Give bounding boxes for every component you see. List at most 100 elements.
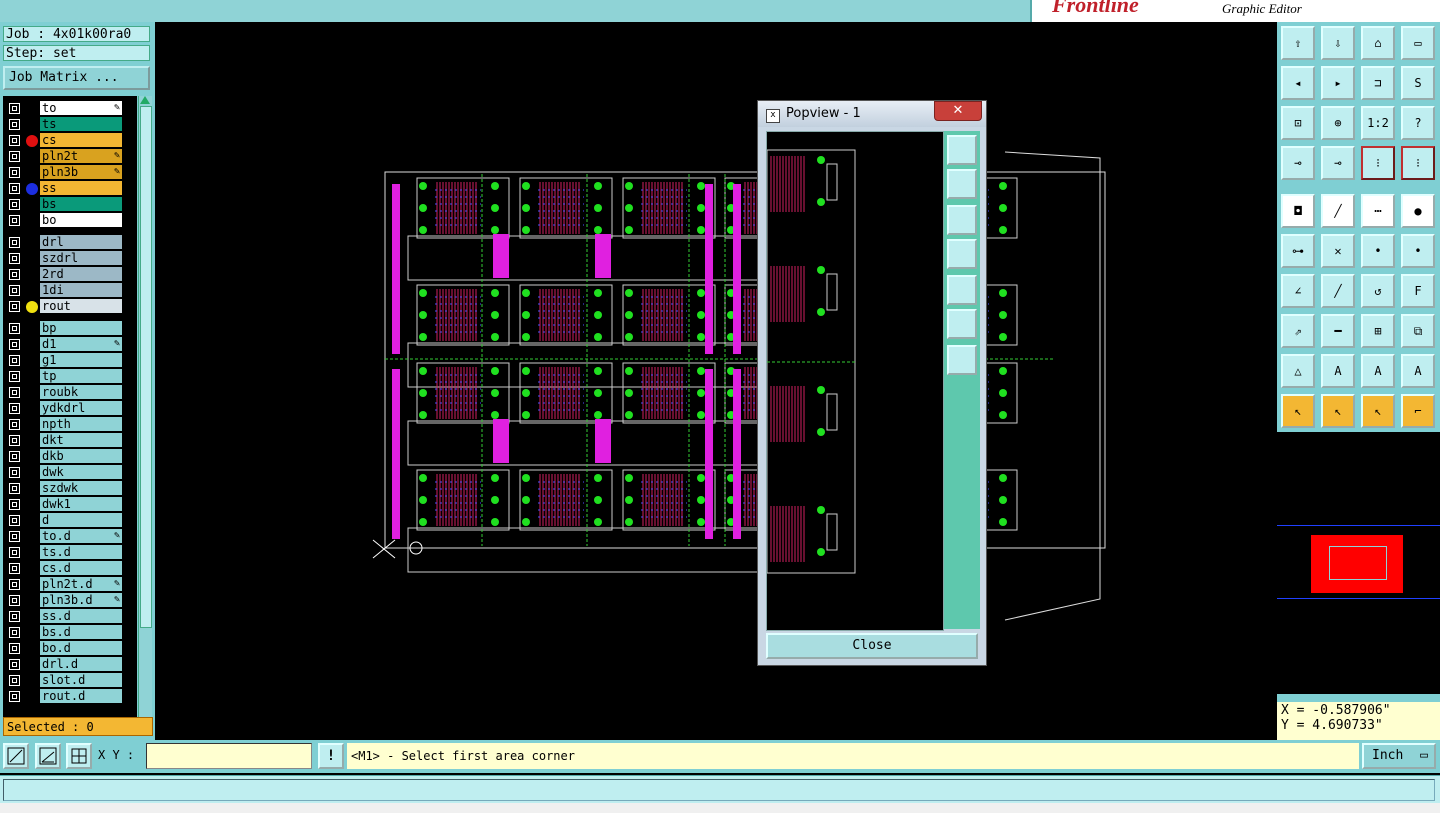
layer-row[interactable]: tp (3, 369, 137, 384)
pop-up-icon[interactable] (947, 169, 977, 199)
layer-checkbox[interactable] (9, 301, 20, 312)
triangle-icon[interactable]: △ (1281, 354, 1315, 388)
circle-icon[interactable]: ● (1401, 194, 1435, 228)
popview-close-button[interactable]: Close (766, 633, 978, 659)
pop-center-icon[interactable] (947, 345, 977, 375)
layer-checkbox[interactable] (9, 199, 20, 210)
layer-row[interactable]: drl.d (3, 657, 137, 672)
xy-input[interactable] (146, 743, 312, 769)
pan-left-icon[interactable]: ◂ (1281, 66, 1315, 100)
layer-row[interactable]: 1di (3, 283, 137, 298)
layer-checkbox[interactable] (9, 435, 20, 446)
layer-row[interactable]: 2rd (3, 267, 137, 282)
layer-name[interactable]: to ✎ (40, 101, 122, 115)
layer-row[interactable]: rout.d (3, 689, 137, 704)
layer-checkbox[interactable] (9, 659, 20, 670)
minus-icon[interactable]: ━ (1321, 314, 1355, 348)
layer-checkbox[interactable] (9, 563, 20, 574)
layer-row[interactable]: bp (3, 321, 137, 336)
layer-name[interactable]: dkb (40, 449, 122, 463)
layer-name[interactable]: bs.d (40, 625, 122, 639)
layer-row[interactable]: ts.d (3, 545, 137, 560)
layer-name[interactable]: drl.d (40, 657, 122, 671)
layer-name[interactable]: to.d ✎ (40, 529, 122, 543)
layer-checkbox[interactable] (9, 515, 20, 526)
job-matrix-button[interactable]: Job Matrix ... (3, 66, 150, 90)
layer-checkbox[interactable] (9, 323, 20, 334)
pop-right-icon[interactable] (947, 275, 977, 305)
layer-checkbox[interactable] (9, 371, 20, 382)
house-icon[interactable]: ⌂ (1361, 26, 1395, 60)
layer-row[interactable]: g1 (3, 353, 137, 368)
layer-name[interactable]: g1 (40, 353, 122, 367)
pan-right-icon[interactable]: ▸ (1321, 66, 1355, 100)
overview-map[interactable] (1277, 432, 1440, 694)
layer-name[interactable]: szdrl (40, 251, 122, 265)
zoom-home-icon[interactable]: ⇧ (1281, 26, 1315, 60)
layer-name[interactable]: dwk (40, 465, 122, 479)
layer-checkbox[interactable] (9, 419, 20, 430)
layer-row[interactable]: cs.d (3, 561, 137, 576)
layer-row[interactable]: ts (3, 117, 137, 132)
layer-checkbox[interactable] (9, 339, 20, 350)
text-a-icon[interactable]: A (1321, 354, 1355, 388)
layer-row[interactable]: ss (3, 181, 137, 196)
layer-name[interactable]: tp (40, 369, 122, 383)
layer-name[interactable]: ts.d (40, 545, 122, 559)
layer-row[interactable]: dkt (3, 433, 137, 448)
layer-checkbox[interactable] (9, 183, 20, 194)
layer-row[interactable]: roubk (3, 385, 137, 400)
ruler-icon[interactable]: ┅ (1361, 194, 1395, 228)
layer-row[interactable]: pln3b ✎ ✎ (3, 165, 137, 180)
layer-name[interactable]: bs (40, 197, 122, 211)
layer-name[interactable]: bo (40, 213, 122, 227)
select2-icon[interactable]: ↖ (1361, 394, 1395, 428)
split-icon[interactable]: ⊐ (1361, 66, 1395, 100)
layer-checkbox[interactable] (9, 119, 20, 130)
layer-checkbox[interactable] (9, 151, 20, 162)
flip-icon[interactable]: F (1401, 274, 1435, 308)
layer-checkbox[interactable] (9, 691, 20, 702)
layer-name[interactable]: bp (40, 321, 122, 335)
layer-name[interactable]: pln3b.d ✎ (40, 593, 122, 607)
layer-checkbox[interactable] (9, 167, 20, 178)
layer-checkbox[interactable] (9, 611, 20, 622)
layer-name[interactable]: 1di (40, 283, 122, 297)
graphic-canvas[interactable] (155, 22, 1277, 740)
layer-name[interactable]: ts (40, 117, 122, 131)
connect-icon[interactable]: ⊶ (1281, 234, 1315, 268)
layer-name[interactable]: pln2t.d ✎ (40, 577, 122, 591)
layer-row[interactable]: dwk (3, 465, 137, 480)
popview-titlebar[interactable]: x Popview - 1 ✕ (758, 101, 986, 127)
layer-row[interactable]: cs (3, 133, 137, 148)
layer-name[interactable]: roubk (40, 385, 122, 399)
layer-list-scrollbar[interactable] (138, 96, 152, 736)
layer-checkbox[interactable] (9, 627, 20, 638)
layer-row[interactable]: pln3b.d ✎ ✎ (3, 593, 137, 608)
angle-icon[interactable]: ∠ (1281, 274, 1315, 308)
measure-icon[interactable]: ⊸ (1281, 146, 1315, 180)
arrow-icon[interactable]: ↖ (1281, 394, 1315, 428)
layer-row[interactable]: ydkdrl (3, 401, 137, 416)
resize-icon[interactable]: ⊞ (1361, 314, 1395, 348)
layer-checkbox[interactable] (9, 387, 20, 398)
grid-snap-icon[interactable] (66, 743, 92, 769)
layer-row[interactable]: pln2t.d ✎ ✎ (3, 577, 137, 592)
layer-checkbox[interactable] (9, 579, 20, 590)
layer-row[interactable]: bo.d (3, 641, 137, 656)
pad-icon[interactable]: ◘ (1281, 194, 1315, 228)
units-select[interactable]: Inch ▭ (1362, 743, 1436, 769)
layer-name[interactable]: rout (40, 299, 122, 313)
pop-left-icon[interactable] (947, 239, 977, 269)
select-icon[interactable]: ↖ (1321, 394, 1355, 428)
exclamation-icon[interactable]: ! (318, 743, 344, 769)
layer-row[interactable]: bs (3, 197, 137, 212)
window-icon[interactable]: ▭ (1401, 26, 1435, 60)
pop-down-icon[interactable] (947, 205, 977, 235)
scroll-up-icon[interactable] (140, 96, 150, 104)
layer-name[interactable]: slot.d (40, 673, 122, 687)
overview-viewport[interactable] (1329, 546, 1387, 580)
layer-checkbox[interactable] (9, 451, 20, 462)
layer-checkbox[interactable] (9, 499, 20, 510)
layer-checkbox[interactable] (9, 135, 20, 146)
